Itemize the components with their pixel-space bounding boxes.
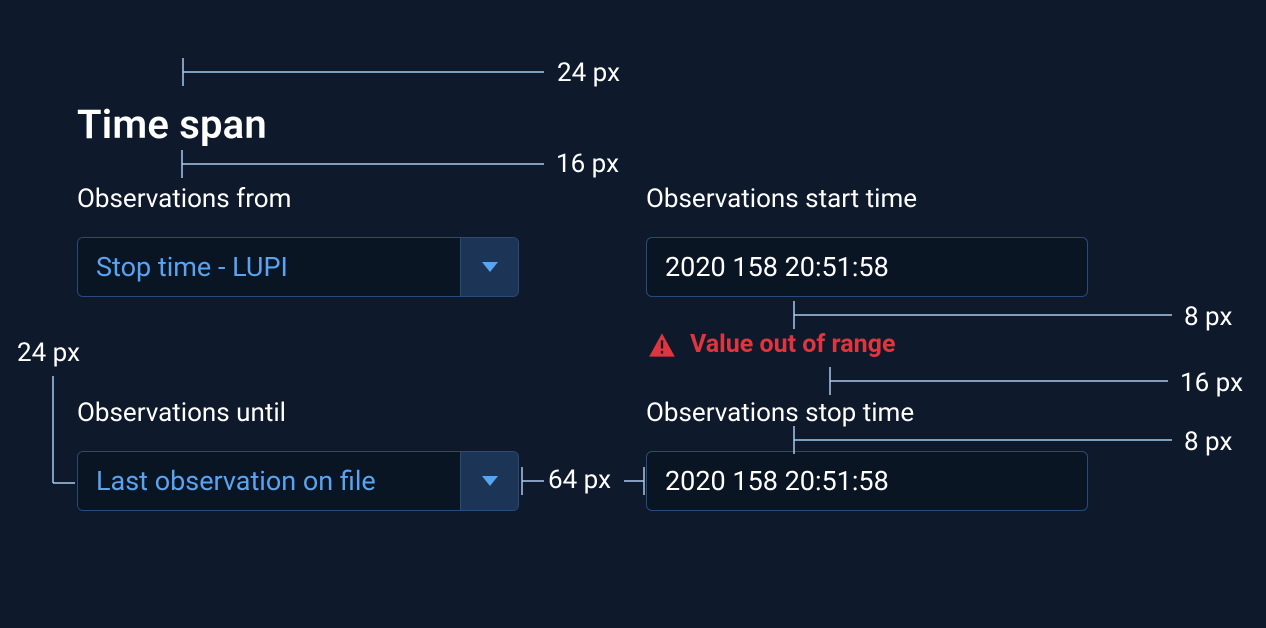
- observations-start-time-value: 2020 158 20:51:58: [665, 251, 889, 283]
- annotation-8px-a: 8 px: [1184, 302, 1232, 332]
- observations-until-value: Last observation on file: [78, 452, 460, 510]
- observations-from-label: Observations from: [77, 184, 291, 214]
- observations-stop-time-label: Observations stop time: [646, 398, 914, 428]
- annotation-16px-right: 16 px: [1180, 368, 1243, 398]
- chevron-down-icon: [460, 452, 518, 510]
- annotation-64px-middle: 64 px: [548, 465, 611, 495]
- page-title: Time span: [77, 101, 267, 148]
- observations-until-select[interactable]: Last observation on file: [77, 451, 519, 511]
- observations-until-label: Observations until: [77, 398, 286, 428]
- observations-from-select[interactable]: Stop time - LUPI: [77, 237, 519, 297]
- annotation-lines: [0, 0, 1266, 628]
- observations-start-time-input[interactable]: 2020 158 20:51:58: [646, 237, 1088, 297]
- error-message-row: Value out of range: [648, 330, 895, 359]
- chevron-down-icon: [460, 238, 518, 296]
- annotation-16px-title: 16 px: [556, 149, 619, 179]
- observations-stop-time-value: 2020 158 20:51:58: [665, 465, 889, 497]
- observations-from-value: Stop time - LUPI: [78, 238, 460, 296]
- error-text: Value out of range: [690, 330, 895, 359]
- alert-triangle-icon: [648, 332, 676, 358]
- observations-start-time-label: Observations start time: [646, 184, 917, 214]
- annotation-24px-left: 24 px: [17, 338, 80, 368]
- annotation-8px-b: 8 px: [1184, 427, 1232, 457]
- annotation-24px-top: 24 px: [557, 58, 620, 88]
- observations-stop-time-input[interactable]: 2020 158 20:51:58: [646, 451, 1088, 511]
